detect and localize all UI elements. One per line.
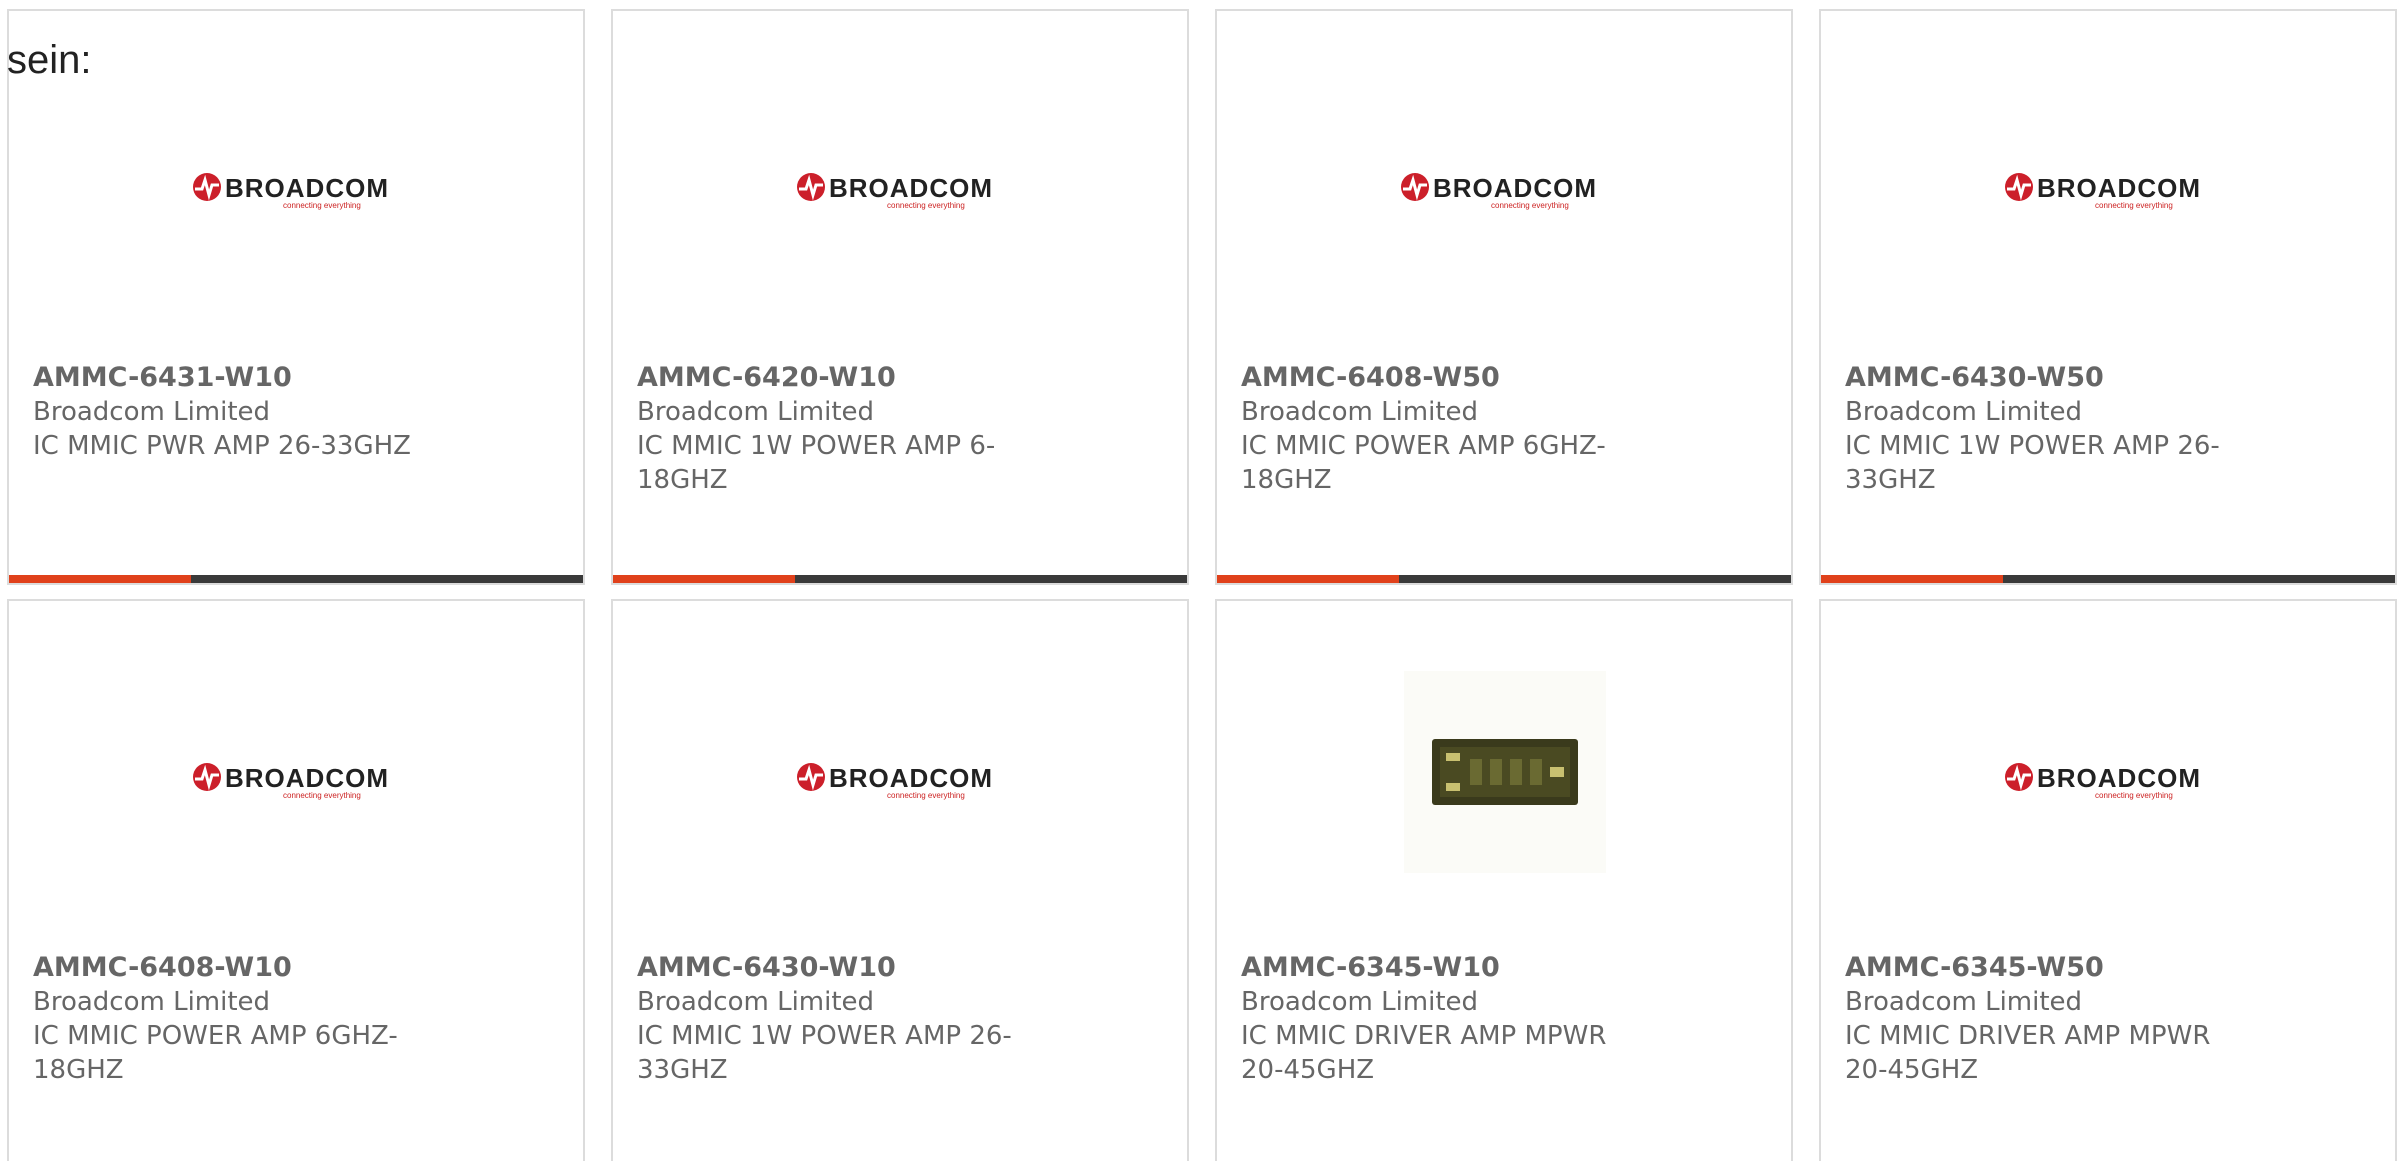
broadcom-logo-icon: BROADCOM connecting everything [193,173,389,210]
manufacturer-name: Broadcom Limited [1241,397,1479,427]
broadcom-logo-icon: BROADCOM connecting everything [1401,173,1597,210]
logo-wordmark: BROADCOM [829,763,993,793]
logo-tagline: connecting everything [2095,791,2173,800]
broadcom-logo: BROADCOM connecting everything [613,151,1187,231]
logo-tagline: connecting everything [887,791,965,800]
product-description: IC MMIC DRIVER AMP MPWR 20-45GHZ [1845,1021,2211,1085]
logo-wordmark: BROADCOM [225,173,389,203]
product-grid-page: sein: BROADCOM connecting everything AMM… [0,0,2400,1161]
product-card[interactable]: AMMC-6345-W10 Broadcom Limited IC MMIC D… [1215,599,1793,1161]
manufacturer-name: Broadcom Limited [1241,987,1479,1017]
card-accent-bar [613,575,1187,583]
product-card[interactable]: BROADCOM connecting everything AMMC-6431… [7,9,585,585]
logo-tagline: connecting everything [283,791,361,800]
broadcom-logo: BROADCOM connecting everything [613,741,1187,821]
product-description: IC MMIC DRIVER AMP MPWR 20-45GHZ [1241,1021,1607,1085]
part-number[interactable]: AMMC-6420-W10 [637,361,1037,395]
chip-photo [1404,671,1606,873]
product-card[interactable]: BROADCOM connecting everything AMMC-6420… [611,9,1189,585]
product-card[interactable]: BROADCOM connecting everything AMMC-6430… [611,599,1189,1161]
product-description: IC MMIC PWR AMP 26-33GHZ [33,431,411,461]
product-description: IC MMIC 1W POWER AMP 6-18GHZ [637,431,996,495]
part-number[interactable]: AMMC-6430-W10 [637,951,1037,985]
broadcom-logo-icon: BROADCOM connecting everything [797,763,993,800]
broadcom-logo-icon: BROADCOM connecting everything [797,173,993,210]
part-number[interactable]: AMMC-6408-W50 [1241,361,1641,395]
product-description: IC MMIC POWER AMP 6GHZ-18GHZ [1241,431,1606,495]
manufacturer-name: Broadcom Limited [33,397,271,427]
part-number[interactable]: AMMC-6345-W50 [1845,951,2245,985]
intro-text: sein: [7,38,92,82]
part-number[interactable]: AMMC-6345-W10 [1241,951,1641,985]
part-number[interactable]: AMMC-6408-W10 [33,951,433,985]
product-description: IC MMIC 1W POWER AMP 26-33GHZ [1845,431,2220,495]
card-accent-bar [1217,575,1791,583]
broadcom-logo: BROADCOM connecting everything [9,741,583,821]
logo-tagline: connecting everything [887,201,965,210]
logo-wordmark: BROADCOM [225,763,389,793]
logo-wordmark: BROADCOM [829,173,993,203]
broadcom-logo-icon: BROADCOM connecting everything [2005,763,2201,800]
manufacturer-name: Broadcom Limited [637,987,875,1017]
manufacturer-name: Broadcom Limited [637,397,875,427]
manufacturer-name: Broadcom Limited [33,987,271,1017]
broadcom-logo: BROADCOM connecting everything [9,151,583,231]
logo-wordmark: BROADCOM [2037,173,2201,203]
product-description: IC MMIC POWER AMP 6GHZ-18GHZ [33,1021,398,1085]
product-description: IC MMIC 1W POWER AMP 26-33GHZ [637,1021,1012,1085]
product-card[interactable]: BROADCOM connecting everything AMMC-6408… [7,599,585,1161]
manufacturer-name: Broadcom Limited [1845,987,2083,1017]
broadcom-logo: BROADCOM connecting everything [1217,151,1791,231]
chip-image-icon [1432,739,1578,805]
product-card[interactable]: BROADCOM connecting everything AMMC-6408… [1215,9,1793,585]
logo-tagline: connecting everything [1491,201,1569,210]
logo-tagline: connecting everything [283,201,361,210]
broadcom-logo-icon: BROADCOM connecting everything [193,763,389,800]
part-number[interactable]: AMMC-6431-W10 [33,361,433,395]
logo-tagline: connecting everything [2095,201,2173,210]
logo-wordmark: BROADCOM [2037,763,2201,793]
card-accent-bar [9,575,583,583]
part-number[interactable]: AMMC-6430-W50 [1845,361,2245,395]
logo-wordmark: BROADCOM [1433,173,1597,203]
broadcom-logo: BROADCOM connecting everything [1821,151,2395,231]
product-card[interactable]: BROADCOM connecting everything AMMC-6430… [1819,9,2397,585]
broadcom-logo: BROADCOM connecting everything [1821,741,2395,821]
broadcom-logo-icon: BROADCOM connecting everything [2005,173,2201,210]
card-accent-bar [1821,575,2395,583]
product-card[interactable]: BROADCOM connecting everything AMMC-6345… [1819,599,2397,1161]
manufacturer-name: Broadcom Limited [1845,397,2083,427]
